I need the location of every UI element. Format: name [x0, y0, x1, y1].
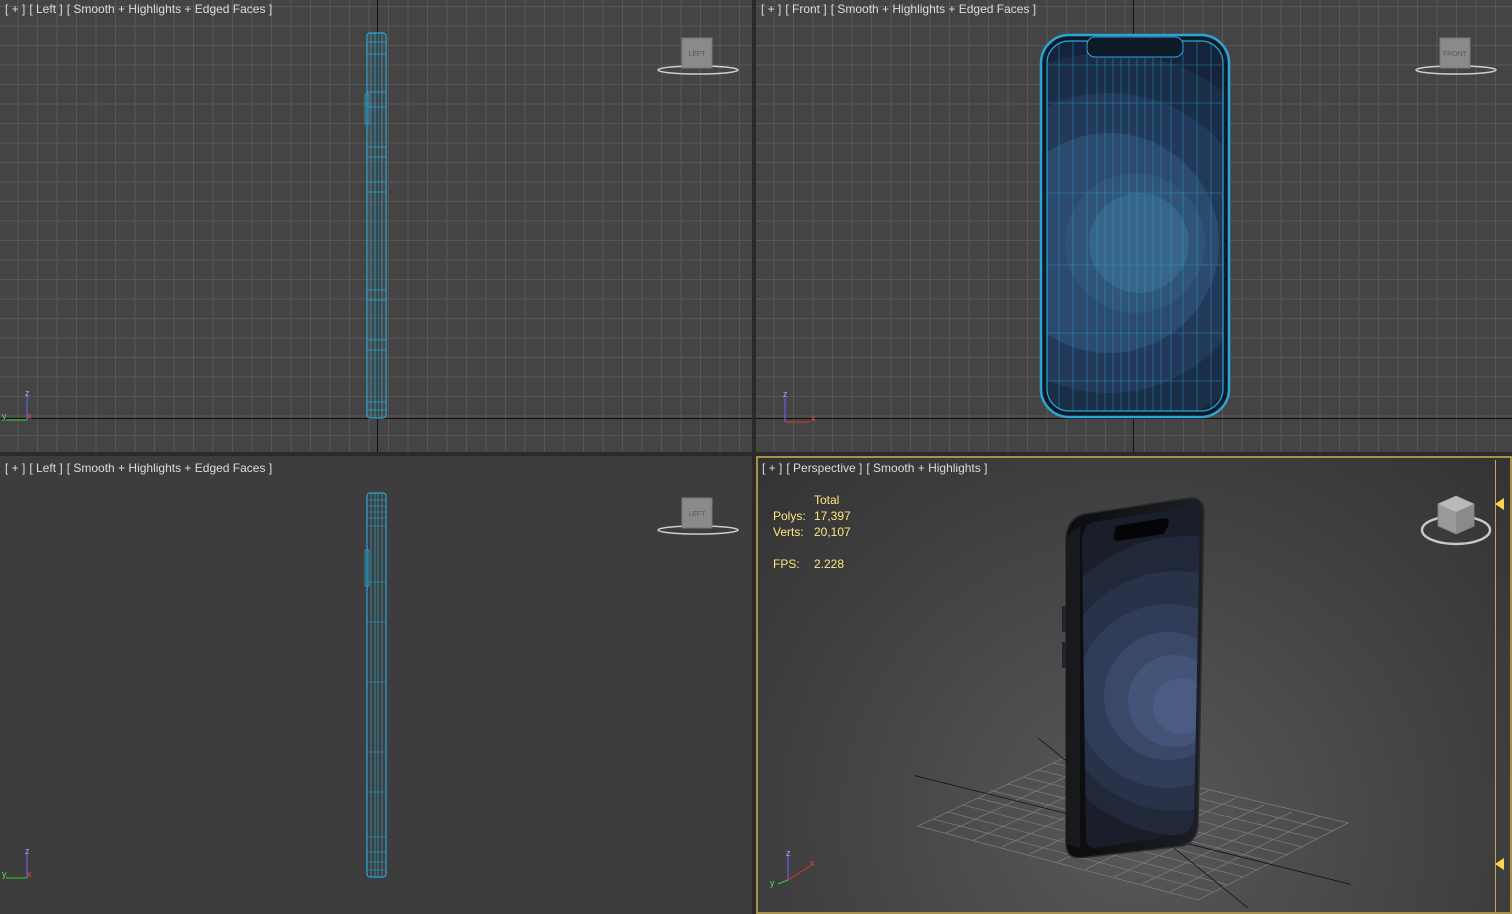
viewcube[interactable] [1420, 488, 1494, 557]
timeline-marker-top[interactable] [1495, 498, 1504, 510]
viewcube[interactable]: FRONT [1414, 36, 1498, 83]
viewport-front[interactable]: [ + ] [ Front ] [ Smooth + Highlights + Ed… [756, 0, 1512, 452]
axis-tripod: z y x [2, 846, 32, 879]
verts-value: 20,107 [814, 525, 851, 539]
viewport-shading-menu[interactable]: [ Smooth + Highlights + Edged Faces ] [67, 461, 272, 475]
viewport-left-bottom[interactable]: [ + ] [ Left ] [ Smooth + Highlights + Edg… [0, 456, 752, 914]
polys-value: 17,397 [814, 509, 851, 523]
viewport-view-menu[interactable]: [ Left ] [29, 2, 62, 16]
svg-text:z: z [783, 389, 788, 399]
svg-text:y: y [770, 878, 775, 888]
viewcube-face-label: LEFT [688, 511, 706, 518]
verts-label: Verts: [773, 525, 804, 539]
viewport-shading-menu[interactable]: [ Smooth + Highlights ] [866, 461, 987, 475]
svg-text:x: x [27, 411, 32, 421]
viewcube-face-label: FRONT [1443, 51, 1468, 58]
phone-model[interactable] [1056, 496, 1206, 858]
viewport-plus-menu[interactable]: [ + ] [5, 461, 25, 475]
viewport-left-top[interactable]: [ + ] [ Left ] [ Smooth + Highlights + Edg… [0, 0, 752, 452]
viewport-splitter-vertical[interactable] [752, 0, 756, 914]
viewport-right-edge-line [1495, 460, 1496, 912]
axis-tripod: z x [783, 389, 816, 423]
phone-wireframe-side[interactable] [364, 32, 390, 420]
viewport-view-menu[interactable]: [ Front ] [785, 2, 826, 16]
fps-label: FPS: [773, 557, 800, 571]
viewport-label[interactable]: [ + ] [ Front ] [ Smooth + Highlights + Ed… [761, 2, 1040, 16]
stats-header: Total [814, 493, 840, 507]
phone-wireframe-front[interactable] [1039, 33, 1231, 419]
viewport-label[interactable]: [ + ] [ Left ] [ Smooth + Highlights + Edg… [5, 461, 276, 475]
viewport-shading-menu[interactable]: [ Smooth + Highlights + Edged Faces ] [67, 2, 272, 16]
svg-text:x: x [27, 869, 32, 879]
viewport-view-menu[interactable]: [ Left ] [29, 461, 62, 475]
timeline-marker-bottom[interactable] [1495, 858, 1504, 870]
svg-text:x: x [811, 413, 816, 423]
svg-text:z: z [786, 848, 791, 858]
viewport-perspective[interactable]: [ + ] [ Perspective ] [ Smooth + Highlight… [756, 456, 1512, 914]
viewport-label[interactable]: [ + ] [ Perspective ] [ Smooth + Highlight… [762, 461, 991, 475]
svg-text:z: z [25, 388, 30, 398]
viewport-plus-menu[interactable]: [ + ] [761, 2, 781, 16]
polys-label: Polys: [773, 509, 806, 523]
svg-text:y: y [2, 411, 7, 421]
viewport-label[interactable]: [ + ] [ Left ] [ Smooth + Highlights + Edg… [5, 2, 276, 16]
viewport-splitter-horizontal[interactable] [0, 452, 1512, 456]
viewport-plus-menu[interactable]: [ + ] [5, 2, 25, 16]
axis-tripod: z x y [770, 848, 815, 888]
scene-statistics: Total Polys: 17,397 Verts: 20,107 FPS: 2.22… [773, 492, 851, 572]
viewport-plus-menu[interactable]: [ + ] [762, 461, 782, 475]
fps-value: 2.228 [814, 557, 845, 571]
phone-wireframe-side[interactable] [364, 492, 390, 880]
axis-tripod: z y x [2, 388, 32, 421]
viewcube[interactable]: LEFT [656, 36, 740, 83]
svg-text:y: y [2, 869, 7, 879]
svg-text:z: z [25, 846, 30, 856]
viewport-shading-menu[interactable]: [ Smooth + Highlights + Edged Faces ] [831, 2, 1036, 16]
svg-text:x: x [810, 858, 815, 868]
viewport-view-menu[interactable]: [ Perspective ] [786, 461, 862, 475]
viewcube-face-label: LEFT [688, 51, 706, 58]
viewcube[interactable]: LEFT [656, 496, 740, 543]
